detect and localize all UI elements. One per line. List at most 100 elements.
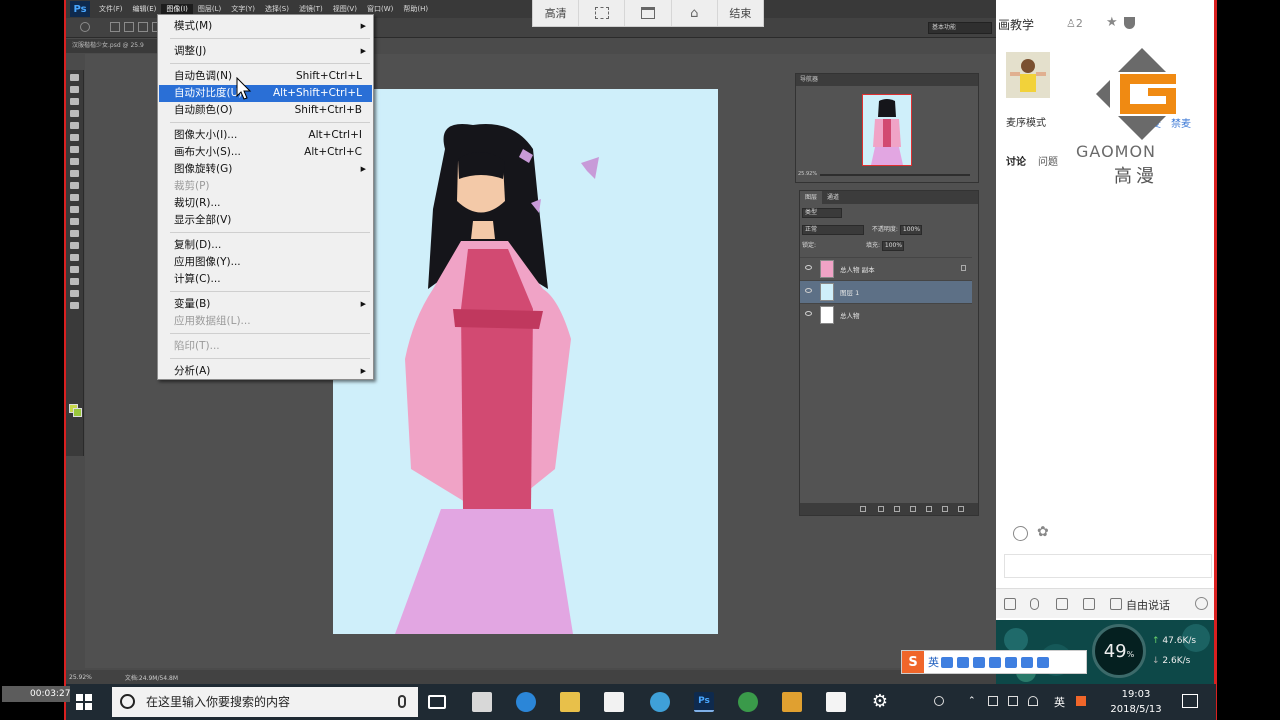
chevron-up-icon[interactable]: ⌃	[968, 696, 978, 706]
menu-layer[interactable]: 图层(L)	[193, 4, 226, 14]
menu-item-auto-color[interactable]: 自动颜色(O) Shift+Ctrl+B	[159, 102, 372, 119]
new-layer-icon[interactable]	[942, 506, 948, 512]
ime-lang[interactable]: 英	[928, 654, 939, 670]
menu-view[interactable]: 视图(V)	[328, 4, 362, 14]
menu-item-variables[interactable]: 变量(B) ▶	[159, 296, 372, 313]
free-talk-icon[interactable]	[1110, 598, 1122, 610]
mic-mode-select[interactable]: 麦序模式	[1006, 114, 1046, 129]
background-color-swatch[interactable]	[73, 408, 82, 417]
region-select-button[interactable]	[579, 0, 626, 26]
task-view-icon[interactable]	[428, 695, 446, 709]
star-icon[interactable]: ★	[1106, 15, 1118, 30]
marquee-tool-icon[interactable]	[70, 86, 79, 93]
menu-item-auto-tone[interactable]: 自动色调(N) Shift+Ctrl+L	[159, 68, 372, 85]
zoom-tool-icon[interactable]	[70, 302, 79, 309]
add-selection-icon[interactable]	[124, 22, 134, 32]
subtract-selection-icon[interactable]	[138, 22, 148, 32]
new-selection-icon[interactable]	[110, 22, 120, 32]
notification-icon[interactable]	[1182, 694, 1198, 708]
menu-item-auto-contrast[interactable]: 自动对比度(U) Alt+Shift+Ctrl+L	[159, 85, 372, 102]
menu-help[interactable]: 帮助(H)	[398, 4, 433, 14]
crop-tool-icon[interactable]	[70, 122, 79, 129]
user-icon[interactable]	[1005, 656, 1017, 668]
tab-discuss[interactable]: 讨论	[1006, 153, 1026, 168]
link-layers-icon[interactable]	[860, 506, 866, 512]
eraser-tool-icon[interactable]	[70, 194, 79, 201]
equalizer-icon[interactable]	[1083, 598, 1095, 610]
lasso-icon[interactable]	[80, 22, 90, 32]
people-icon[interactable]	[934, 696, 944, 706]
menu-item-image-rotation[interactable]: 图像旋转(G) ▶	[159, 161, 372, 178]
document-canvas[interactable]	[333, 89, 718, 634]
workspace-select[interactable]: 基本功能	[928, 22, 992, 34]
voice-icon[interactable]	[973, 656, 985, 668]
window-button[interactable]	[625, 0, 672, 26]
microphone-icon[interactable]	[1030, 598, 1039, 610]
flower-icon[interactable]: ✿	[1037, 524, 1049, 540]
layer-style-icon[interactable]	[878, 506, 884, 512]
layer-row[interactable]: 总人物	[800, 303, 972, 326]
menu-type[interactable]: 文字(Y)	[226, 4, 260, 14]
trash-icon[interactable]	[958, 506, 964, 512]
visibility-eye-icon[interactable]	[805, 288, 812, 293]
blend-mode-select[interactable]: 正常	[802, 224, 864, 235]
keyboard-icon[interactable]	[989, 656, 1001, 668]
volume-icon[interactable]	[1008, 696, 1018, 706]
adjustment-layer-icon[interactable]	[910, 506, 916, 512]
gradient-tool-icon[interactable]	[70, 206, 79, 213]
menu-item-mode[interactable]: 模式(M) ▶	[159, 18, 372, 35]
navigator-thumbnail[interactable]	[862, 94, 912, 166]
tab-question[interactable]: 问题	[1038, 153, 1058, 168]
free-talk-label[interactable]: 自由说话	[1126, 597, 1170, 613]
window-app-icon[interactable]	[826, 692, 846, 712]
menu-window[interactable]: 窗口(W)	[362, 4, 398, 14]
stamp-tool-icon[interactable]	[70, 170, 79, 177]
menu-item-duplicate[interactable]: 复制(D)...	[159, 237, 372, 254]
punctuation-icon[interactable]	[941, 656, 953, 668]
cat-app-icon[interactable]	[782, 692, 802, 712]
paint-app-icon[interactable]	[738, 692, 758, 712]
hd-button[interactable]: 高清	[533, 0, 580, 26]
store-icon[interactable]	[472, 692, 492, 712]
edge-icon[interactable]	[516, 692, 536, 712]
healing-tool-icon[interactable]	[70, 146, 79, 153]
type-tool-icon[interactable]	[70, 254, 79, 261]
visibility-eye-icon[interactable]	[805, 311, 812, 316]
menu-item-adjust[interactable]: 调整(J) ▶	[159, 43, 372, 60]
layer-mask-icon[interactable]	[894, 506, 900, 512]
music-icon[interactable]	[1056, 598, 1068, 610]
mail-icon[interactable]	[604, 692, 624, 712]
tray-app-icon[interactable]	[988, 696, 998, 706]
tray-language[interactable]: 英	[1054, 694, 1065, 710]
settings-circle-icon[interactable]	[1195, 597, 1208, 610]
skin-icon[interactable]	[1021, 656, 1033, 668]
quick-select-tool-icon[interactable]	[70, 110, 79, 117]
home-button[interactable]: ⌂	[672, 0, 718, 26]
file-explorer-icon[interactable]	[560, 692, 580, 712]
move-tool-icon[interactable]	[70, 74, 79, 81]
menu-file[interactable]: 文件(F)	[94, 4, 128, 14]
shield-icon[interactable]	[1124, 17, 1135, 29]
menu-image[interactable]: 图像(I)	[161, 4, 193, 14]
wifi-icon[interactable]	[1028, 696, 1038, 706]
emoji-icon[interactable]	[957, 656, 969, 668]
menu-item-apply-image[interactable]: 应用图像(Y)...	[159, 254, 372, 271]
menu-item-image-size[interactable]: 图像大小(I)... Alt+Ctrl+I	[159, 127, 372, 144]
speaker-icon[interactable]	[1004, 598, 1016, 610]
lasso-tool-icon[interactable]	[70, 98, 79, 105]
brush-tool-icon[interactable]	[70, 158, 79, 165]
menu-filter[interactable]: 滤镜(T)	[294, 4, 328, 14]
wrench-icon[interactable]	[1037, 656, 1049, 668]
tray-clock[interactable]: 19:03 2018/5/13	[1108, 687, 1164, 717]
emoji-icon[interactable]	[1013, 526, 1028, 541]
browser-icon[interactable]	[650, 692, 670, 712]
taskbar-search-box[interactable]: 在这里输入你要搜索的内容	[112, 687, 418, 717]
sogou-logo-icon[interactable]: S	[902, 651, 924, 673]
tab-layers[interactable]: 图层	[800, 191, 823, 204]
avatar[interactable]	[1006, 52, 1050, 98]
windows-start-icon[interactable]	[76, 694, 92, 710]
settings-gear-icon[interactable]: ⚙	[870, 692, 890, 712]
menu-select[interactable]: 选择(S)	[260, 4, 294, 14]
tab-channels[interactable]: 通道	[822, 191, 844, 204]
menu-item-trim[interactable]: 裁切(R)...	[159, 195, 372, 212]
